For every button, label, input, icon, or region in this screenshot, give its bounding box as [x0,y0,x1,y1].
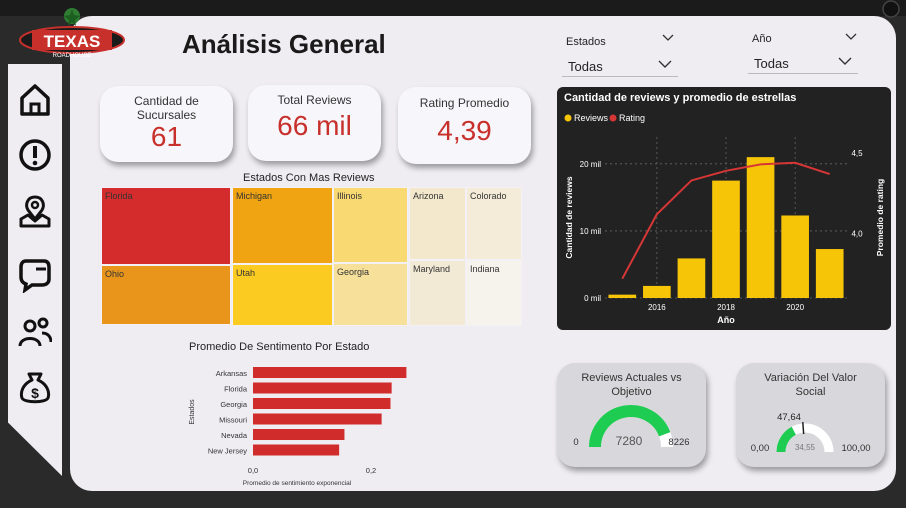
chevron-down-icon[interactable] [662,34,674,42]
sentiment-state-label: Nevada [221,431,248,440]
page-title: Análisis General [182,29,386,59]
x-axis-label: Año [717,315,735,325]
sentiment-chart: Arkansas Florida Georgia Missouri Nevada New … [189,367,407,487]
reviews-bar[interactable] [781,215,809,298]
svg-text:$: $ [31,385,39,401]
gauge-max: 100,00 [841,443,870,454]
gauge-min: 0,00 [751,443,770,454]
users-icon[interactable] [18,314,52,350]
sentiment-state-label: Georgia [220,400,248,409]
legend-label-rating: Rating [619,113,645,123]
sentiment-bar[interactable] [253,382,392,394]
kpi-label: Total Reviews [277,93,352,107]
x-tick-label: 2020 [786,303,804,312]
reviews-bar[interactable] [746,157,775,298]
treemap-cell-utah[interactable]: Utah [232,264,333,326]
chevron-down-icon[interactable] [838,57,852,66]
y2-tick-label: 4,5 [851,149,863,158]
treemap-cell-colorado[interactable]: Colorado [466,187,522,260]
reviews-bar[interactable] [677,258,706,298]
y2-tick-label: 4,0 [851,230,863,239]
kpi-value: 61 [150,121,183,152]
kpi-card-sucursales: Cantidad de Sucursales 61 [100,86,233,162]
alert-icon[interactable] [18,137,52,173]
y-axis-label: Cantidad de reviews [564,176,574,258]
kpi-card-rating: Rating Promedio 4,39 [398,87,531,164]
sentiment-bar[interactable] [253,367,407,378]
sentiment-chart-title: Promedio De Sentimento Por Estado [189,341,370,353]
gauge-target: 47,64 [777,412,801,423]
sentiment-y-axis-label: Estados [189,399,196,425]
treemap-cell-illinois[interactable]: Illinois [333,187,408,263]
gauge-card-social: Variación Del Valor Social 47,64 34,55 0,0… [736,363,885,467]
sentiment-x-tick: 0,2 [366,466,376,475]
record-circle-icon [882,0,900,18]
anio-filter-label: Año [752,33,772,45]
gauge-value: 34,55 [795,443,816,452]
combo-chart-title: Cantidad de reviews y promedio de estrel… [564,92,796,104]
sentiment-bar[interactable] [253,398,391,409]
x-tick-label: 2016 [648,303,666,312]
kpi-label: Rating Promedio [419,96,510,110]
map-pin-icon[interactable] [18,193,52,229]
gauge-title: Reviews Actuales vs [581,372,682,384]
x-tick-label: 2018 [717,303,735,312]
gauge-value: 7280 [616,434,643,448]
legend-marker-rating [609,114,617,122]
sentiment-state-label: New Jersey [208,447,247,456]
gauge-card-reviews: Reviews Actuales vs Objetivo 7280 0 8226 [557,363,706,467]
treemap-cell-michigan[interactable]: Michigan [232,187,333,264]
chat-bubble-icon[interactable] [18,257,52,293]
gauge-max: 8226 [668,437,689,448]
treemap-title: Estados Con Mas Reviews [243,172,375,184]
treemap-cell-indiana[interactable]: Indiana [466,260,522,326]
home-icon[interactable] [18,82,52,118]
logo-subtext: ROADHOUSE [53,53,92,59]
kpi-value: 4,39 [437,115,492,146]
reviews-rating-chart: Cantidad de reviews y promedio de estrel… [564,92,885,325]
reviews-bar[interactable] [608,294,637,298]
money-bag-icon[interactable]: $ [18,370,52,406]
kpi-card-reviews: Total Reviews 66 mil [248,85,381,161]
treemap-cell-maryland[interactable]: Maryland [409,260,466,326]
chevron-down-icon[interactable] [845,33,857,41]
reviews-bar[interactable] [815,249,844,298]
legend-label-reviews: Reviews [574,113,609,123]
sentiment-state-label: Florida [224,385,248,394]
estados-filter-value[interactable]: Todas [568,59,603,74]
reviews-bar[interactable] [643,285,671,298]
sentiment-bar[interactable] [253,429,345,440]
gauge-title: Variación Del Valor [764,372,857,384]
y-tick-label: 10 mil [580,227,602,236]
kpi-value: 66 mil [277,110,352,141]
treemap-cell-florida[interactable]: Florida [101,187,231,265]
estados-dropdown-underline [562,76,678,77]
treemap-cell-ohio[interactable]: Ohio [101,265,231,325]
logo-text: TEXAS [44,32,101,51]
kpi-label: Cantidad de [134,94,199,108]
reviews-gauge: 7280 0 8226 [573,405,690,448]
sentiment-bar[interactable] [253,444,340,456]
estados-filter-label: Estados [566,36,606,48]
y-tick-label: 0 mil [584,294,601,303]
texas-roadhouse-logo: TEXAS ROADHOUSE [19,8,125,59]
y2-axis-label: Promedio de rating [875,179,885,256]
kpi-label: Sucursales [136,108,197,122]
sentiment-bar[interactable] [253,413,382,425]
legend-marker-reviews [564,114,572,122]
anio-dropdown-underline [748,73,858,74]
y-tick-label: 20 mil [580,160,602,169]
gauge-min: 0 [573,437,578,448]
sentiment-x-tick: 0,0 [248,466,258,475]
sentiment-x-axis-label: Promedio de sentimiento exponencial [243,480,352,487]
reviews-bar[interactable] [712,180,740,298]
sentiment-state-label: Arkansas [216,369,248,378]
social-value-gauge: 47,64 34,55 0,00 100,00 [751,412,871,454]
chevron-down-icon[interactable] [658,60,672,69]
gauge-target-marker [802,422,805,435]
sentiment-state-label: Missouri [219,416,247,425]
anio-filter-value[interactable]: Todas [754,56,789,71]
treemap-cell-georgia[interactable]: Georgia [333,263,408,326]
treemap-cell-arizona[interactable]: Arizona [409,187,466,260]
